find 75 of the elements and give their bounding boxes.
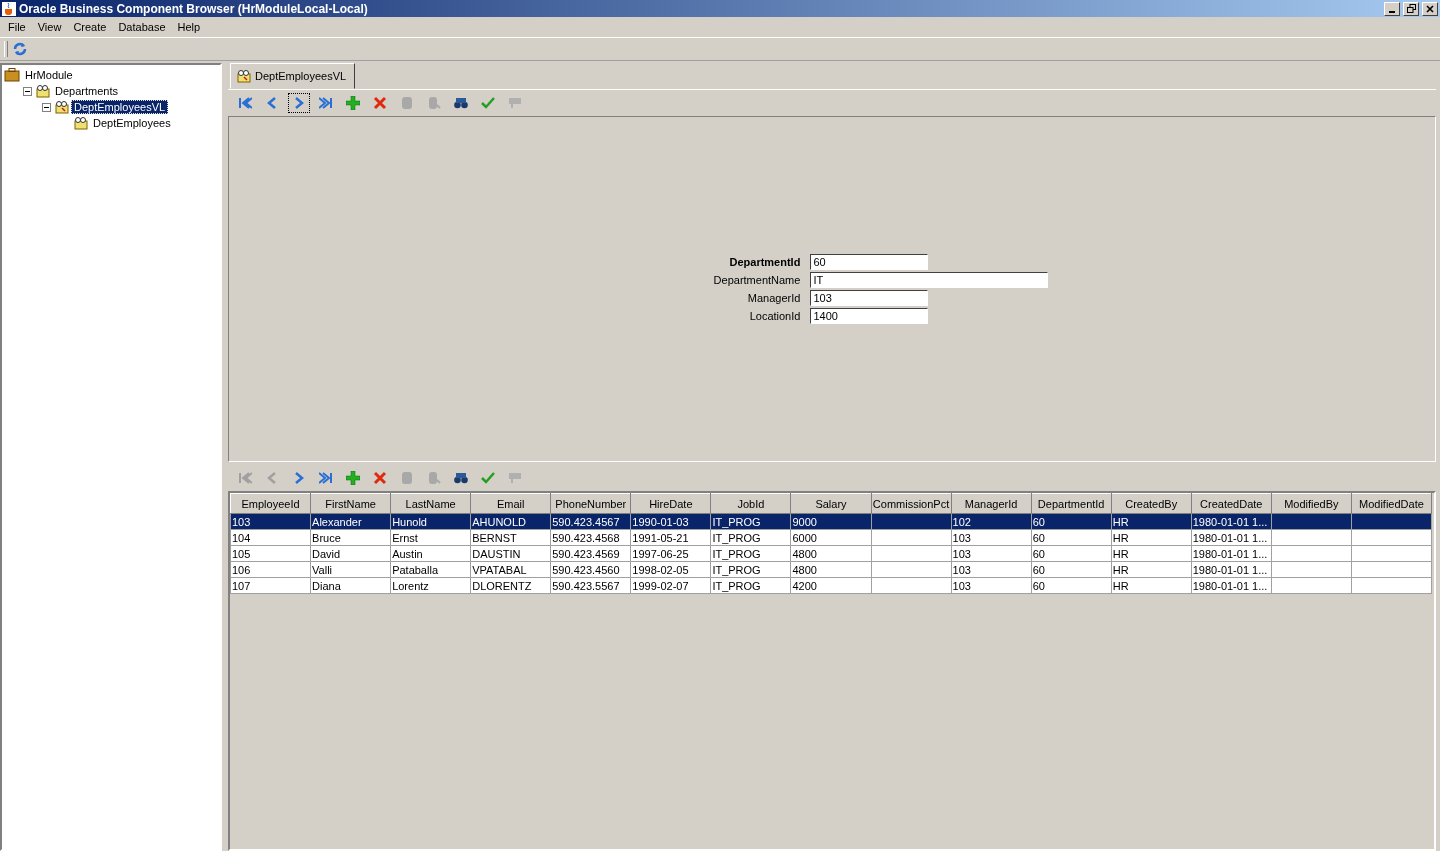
checkmark-icon: [481, 97, 495, 109]
restore-icon: [1406, 4, 1416, 13]
minimize-button[interactable]: [1384, 1, 1400, 16]
last-record-icon: [319, 471, 333, 485]
column-header[interactable]: CreatedBy: [1111, 493, 1192, 514]
previous-icon: [266, 471, 278, 485]
column-header[interactable]: PhoneNumber: [550, 493, 631, 514]
database-icon: [427, 96, 441, 110]
column-header[interactable]: LastName: [390, 493, 471, 514]
field-label: DepartmentName: [713, 274, 801, 286]
tree-item[interactable]: Departments: [52, 84, 121, 98]
view-link-icon: [235, 69, 251, 83]
refresh-icon: [12, 41, 28, 57]
column-header[interactable]: CommissionPct: [871, 493, 952, 514]
column-header[interactable]: Email: [470, 493, 551, 514]
menu-item[interactable]: View: [31, 21, 68, 33]
view-object-icon: [34, 84, 50, 98]
menu-item[interactable]: Database: [112, 21, 172, 33]
rollback-icon: [508, 97, 522, 109]
minus-icon: [44, 104, 49, 110]
field-label: DepartmentId: [728, 256, 801, 268]
minus-icon: [25, 88, 30, 94]
tree-item[interactable]: HrModule: [22, 68, 76, 82]
collapse-toggle[interactable]: [23, 86, 32, 96]
binoculars-icon: [454, 472, 468, 484]
tree-item[interactable]: DeptEmployeesVL: [71, 100, 169, 114]
menu-item[interactable]: File: [2, 21, 32, 33]
column-header[interactable]: FirstName: [310, 493, 391, 514]
refresh-button[interactable]: [12, 41, 28, 57]
plus-icon: [346, 96, 360, 110]
view-object-icon: [72, 116, 88, 130]
input-field[interactable]: 103: [810, 290, 929, 306]
last-record-icon: [319, 96, 333, 110]
column-header[interactable]: DepartmentId: [1031, 493, 1112, 514]
binoculars-icon: [454, 97, 468, 109]
input-field[interactable]: IT: [810, 272, 1049, 288]
briefcase-icon: [4, 68, 20, 82]
first-record-icon: [238, 96, 252, 110]
close-button[interactable]: [1422, 1, 1438, 16]
menu-item[interactable]: Help: [171, 21, 207, 33]
column-header[interactable]: ManagerId: [951, 493, 1032, 514]
delete-icon: [373, 471, 387, 485]
field-label: LocationId: [748, 310, 801, 322]
plus-icon: [346, 471, 360, 485]
database-icon: [401, 471, 413, 485]
collapse-toggle[interactable]: [42, 102, 51, 112]
next-icon: [293, 96, 305, 110]
delete-icon: [373, 96, 387, 110]
view-link-icon: [53, 100, 69, 114]
java-cup-icon: [2, 1, 16, 16]
column-header[interactable]: EmployeeId: [230, 493, 311, 514]
next-button[interactable]: [288, 93, 310, 113]
column-header[interactable]: CreatedDate: [1191, 493, 1272, 514]
field-label: ManagerId: [746, 292, 801, 304]
column-header[interactable]: ModifiedBy: [1271, 493, 1352, 514]
next-icon: [293, 471, 305, 485]
menu-item[interactable]: Create: [67, 21, 113, 33]
restore-button[interactable]: [1403, 1, 1419, 16]
column-header[interactable]: JobId: [710, 493, 791, 514]
tab[interactable]: DeptEmployeesVL: [230, 63, 356, 89]
column-header[interactable]: HireDate: [630, 493, 711, 514]
input-field[interactable]: 1400: [810, 308, 929, 324]
close-icon: [1426, 4, 1434, 13]
previous-icon: [266, 96, 278, 110]
column-header[interactable]: ModifiedDate: [1351, 493, 1432, 514]
column-header[interactable]: Salary: [790, 493, 871, 514]
minimize-icon: [1389, 10, 1395, 13]
tree-item[interactable]: DeptEmployees: [90, 116, 174, 130]
checkmark-icon: [481, 472, 495, 484]
first-record-icon: [238, 471, 252, 485]
rollback-icon: [508, 472, 522, 484]
database-icon: [427, 471, 441, 485]
window-title: Oracle Business Component Browser (HrModuleLocal-Local): [19, 1, 369, 16]
database-icon: [401, 96, 413, 110]
input-field[interactable]: 60: [810, 254, 929, 270]
